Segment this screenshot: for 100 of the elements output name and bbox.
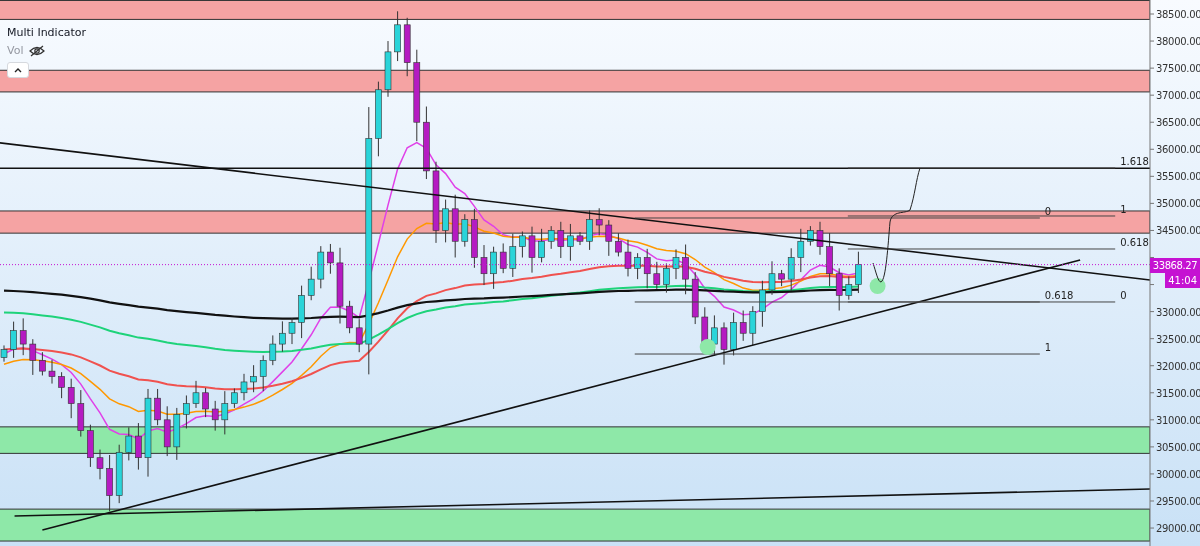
candlestick bbox=[250, 364, 257, 393]
price-axis-label: 34500.00 bbox=[1156, 225, 1200, 237]
candlestick bbox=[845, 275, 853, 301]
candlestick bbox=[346, 300, 353, 334]
candlestick bbox=[154, 388, 161, 426]
candlestick bbox=[768, 260, 776, 296]
candlestick bbox=[576, 231, 584, 246]
candlestick bbox=[787, 247, 795, 292]
candlestick bbox=[211, 400, 219, 432]
candlestick bbox=[711, 314, 718, 356]
candlestick bbox=[19, 317, 27, 356]
candlestick bbox=[528, 226, 536, 274]
candlestick bbox=[327, 243, 334, 275]
price-axis-label: 30000.00 bbox=[1156, 468, 1200, 480]
candlestick bbox=[163, 405, 171, 457]
candlestick bbox=[835, 267, 843, 311]
candlestick bbox=[442, 199, 449, 243]
price-axis-label: 31500.00 bbox=[1156, 387, 1200, 399]
candlestick bbox=[480, 244, 488, 286]
candlestick bbox=[259, 354, 267, 392]
candlestick bbox=[231, 387, 238, 409]
price-axis-label: 32500.00 bbox=[1156, 333, 1200, 345]
price-axis-label: 30500.00 bbox=[1156, 441, 1200, 453]
candlestick bbox=[759, 280, 766, 328]
indicator-label[interactable]: Multi Indicator bbox=[7, 26, 86, 39]
candlestick bbox=[682, 244, 689, 295]
candlestick bbox=[461, 213, 469, 248]
candlestick bbox=[192, 380, 200, 409]
candlestick bbox=[739, 310, 747, 342]
candlestick bbox=[797, 228, 805, 273]
candlestick bbox=[672, 248, 680, 280]
candlestick bbox=[730, 312, 737, 356]
price-axis-label: 32000.00 bbox=[1156, 360, 1200, 372]
candlestick bbox=[183, 395, 190, 429]
candlestick bbox=[58, 371, 65, 399]
caret-icon bbox=[14, 67, 22, 73]
fib-level-label: 0 bbox=[1120, 289, 1127, 301]
price-axis-label: 36000.00 bbox=[1156, 144, 1200, 156]
candlestick bbox=[816, 221, 824, 256]
candlestick bbox=[355, 318, 363, 353]
candlestick bbox=[48, 359, 56, 385]
candlestick bbox=[663, 262, 670, 294]
candlestick bbox=[605, 219, 613, 257]
candlestick bbox=[202, 387, 209, 418]
candlestick bbox=[855, 251, 862, 294]
candlestick bbox=[586, 209, 593, 251]
candlestick bbox=[240, 373, 248, 401]
eye-slash-icon[interactable] bbox=[29, 44, 46, 57]
candlestick bbox=[125, 426, 133, 461]
candlestick bbox=[135, 422, 142, 471]
candlestick bbox=[288, 317, 296, 345]
candlestick bbox=[653, 261, 661, 290]
collapse-button[interactable] bbox=[7, 62, 29, 78]
fib-level-label: 1.618 bbox=[1120, 156, 1149, 167]
candlestick bbox=[29, 338, 37, 376]
candlestick bbox=[691, 271, 699, 325]
candlestick bbox=[615, 232, 622, 257]
candlestick bbox=[67, 378, 75, 419]
price-axis-label: 35500.00 bbox=[1156, 171, 1200, 183]
candlestick bbox=[106, 454, 113, 512]
price-axis-label: 36500.00 bbox=[1156, 117, 1200, 129]
fib-level-label: 0.618 bbox=[1120, 237, 1149, 248]
candlestick bbox=[720, 321, 728, 366]
price-axis-label: 38500.00 bbox=[1156, 9, 1200, 20]
candlestick bbox=[403, 17, 411, 77]
candlestick bbox=[307, 266, 315, 301]
candlestick bbox=[519, 231, 526, 258]
candlestick bbox=[10, 321, 17, 359]
fib-level-label: 1 bbox=[1044, 342, 1052, 354]
candlestick bbox=[643, 248, 651, 289]
candlestick bbox=[221, 390, 229, 435]
price-axis-label: 33000.00 bbox=[1156, 306, 1200, 318]
candlestick bbox=[826, 232, 833, 287]
candlestick bbox=[87, 424, 94, 468]
price-axis-label: 35000.00 bbox=[1156, 198, 1200, 210]
candlestick bbox=[173, 407, 181, 461]
candlestick bbox=[778, 269, 785, 287]
candlestick bbox=[749, 305, 757, 346]
candlestick bbox=[807, 225, 814, 247]
price-axis-label: 37000.00 bbox=[1156, 90, 1200, 102]
candlestick bbox=[384, 40, 392, 98]
candlestick bbox=[0, 344, 8, 363]
price-axis-label: 31000.00 bbox=[1156, 414, 1200, 426]
candlestick bbox=[567, 223, 574, 262]
candlestick bbox=[499, 242, 507, 274]
candlestick bbox=[490, 246, 497, 290]
candlestick bbox=[394, 10, 401, 62]
candlestick bbox=[547, 225, 555, 250]
fib-level-label: 0.618 bbox=[1044, 289, 1074, 301]
price-axis-label: 38000.00 bbox=[1156, 36, 1200, 48]
candlestick bbox=[538, 228, 545, 263]
fib-level-label: 0 bbox=[1044, 206, 1052, 217]
fib-level-label: 1 bbox=[1120, 204, 1127, 215]
candlestick bbox=[317, 245, 325, 289]
candlestick bbox=[298, 285, 305, 339]
candlestick bbox=[39, 351, 46, 376]
candlestick bbox=[471, 208, 478, 269]
candlestick bbox=[595, 207, 603, 236]
price-axis-label: 37500.00 bbox=[1156, 63, 1200, 75]
candlestick bbox=[96, 449, 104, 480]
